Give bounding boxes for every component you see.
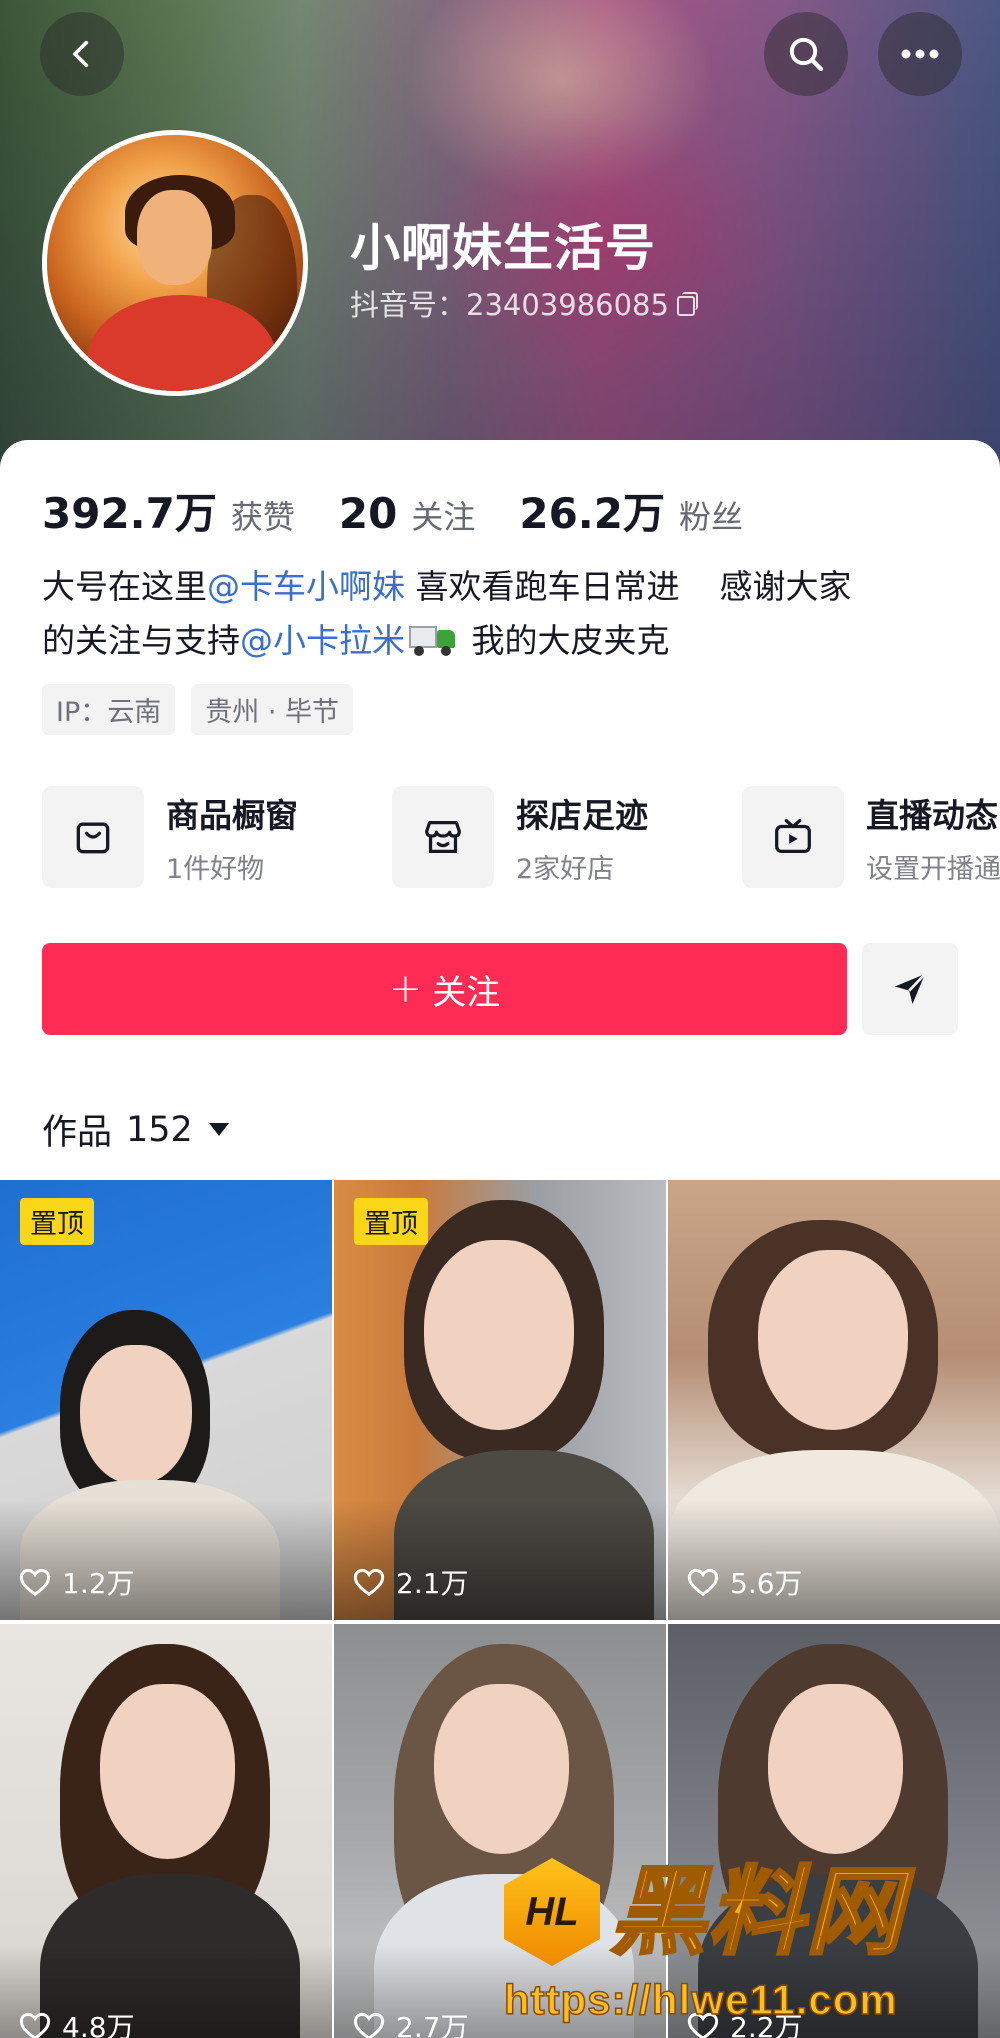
- stat-likes[interactable]: 392.7万 获赞: [42, 480, 295, 541]
- delivery-truck-icon: [409, 622, 457, 656]
- shortcut-title: 直播动态: [866, 795, 998, 835]
- avatar[interactable]: [42, 130, 308, 396]
- watermark-title: 黑料网: [609, 1855, 904, 1970]
- shortcut-subtitle: 设置开播通: [866, 853, 1000, 885]
- shortcut-title: 商品橱窗: [166, 795, 298, 835]
- heart-icon: [353, 1568, 385, 1597]
- stat-label: 粉丝: [678, 498, 743, 536]
- pinned-badge: 置顶: [20, 1198, 94, 1245]
- stat-followers[interactable]: 26.2万 粉丝: [519, 480, 743, 541]
- tv-icon: [775, 819, 811, 854]
- stat-value: 392.7万: [42, 489, 217, 538]
- ip-location-tag: IP：云南: [42, 684, 176, 735]
- stat-value: 26.2万: [519, 489, 665, 538]
- message-button[interactable]: [862, 943, 958, 1035]
- like-count: 2.7万: [352, 2006, 469, 2038]
- shortcut-live[interactable]: 直播动态 设置开播通: [742, 786, 1000, 888]
- send-icon: [895, 973, 926, 1004]
- watermark-logo: HL: [504, 1858, 600, 1966]
- bio-text-part: 喜欢看跑车日常进: [415, 567, 680, 606]
- works-count: 152: [126, 1109, 193, 1150]
- bio-text-part: 感谢大家: [719, 567, 852, 606]
- douyin-id-row[interactable]: 抖音号：23403986085: [350, 282, 698, 324]
- plus-icon: +: [388, 966, 423, 1012]
- mention-link[interactable]: @小卡拉米: [240, 621, 405, 660]
- pinned-badge: 置顶: [354, 1198, 428, 1245]
- search-button[interactable]: [764, 12, 848, 96]
- follow-button[interactable]: + 关注: [42, 943, 847, 1035]
- like-count-value: 5.6万: [730, 1567, 803, 1600]
- more-button[interactable]: [878, 12, 962, 96]
- search-icon: [789, 37, 824, 72]
- like-count: 2.1万: [352, 1562, 469, 1602]
- works-tab[interactable]: 作品 152: [42, 1104, 229, 1155]
- shortcut-shop-window[interactable]: 商品橱窗 1件好物: [42, 786, 392, 888]
- like-count-value: 1.2万: [62, 1567, 135, 1600]
- follow-label: 关注: [432, 972, 501, 1013]
- hometown-tag[interactable]: 贵州 · 毕节: [191, 684, 353, 735]
- stat-label: 获赞: [230, 498, 295, 536]
- copy-icon[interactable]: [675, 292, 698, 316]
- like-count: 5.6万: [686, 1562, 803, 1602]
- shortcut-title: 探店足迹: [516, 795, 648, 835]
- video-tile[interactable]: 5.6万: [668, 1180, 1000, 1620]
- works-label: 作品: [42, 1113, 113, 1153]
- video-tile[interactable]: 置顶 2.1万: [334, 1180, 666, 1620]
- shortcut-row: 商品橱窗 1件好物 探店足迹 2家好店 直播动态 设置开播通: [42, 786, 1000, 888]
- like-count: 4.8万: [18, 2006, 135, 2038]
- stat-value: 20: [338, 489, 398, 538]
- profile-nickname: 小啊妹生活号: [350, 219, 656, 277]
- heart-icon: [353, 2012, 385, 2038]
- video-tile[interactable]: 置顶 1.2万: [0, 1180, 332, 1620]
- stat-label: 关注: [411, 498, 476, 536]
- shopping-bag-icon: [76, 822, 110, 854]
- stat-following[interactable]: 20 关注: [339, 489, 475, 538]
- watermark-url: https://hlwe11.com: [503, 1975, 898, 2024]
- mention-link[interactable]: @卡车小啊妹: [207, 567, 405, 606]
- stats-row: 392.7万 获赞 20 关注 26.2万 粉丝: [42, 480, 787, 541]
- video-tile[interactable]: 4.8万: [0, 1624, 332, 2038]
- back-button[interactable]: [40, 12, 124, 96]
- douyin-id: 抖音号：23403986085: [350, 288, 669, 322]
- shortcut-subtitle: 2家好店: [516, 853, 615, 885]
- watermark-overlay: HL 黑料网 https://hlwe11.com: [498, 1852, 998, 2038]
- heart-icon: [19, 1568, 51, 1597]
- chevron-left-icon: [73, 40, 89, 68]
- like-count-value: 2.7万: [396, 2011, 469, 2038]
- shortcut-subtitle: 1件好物: [166, 853, 265, 885]
- shortcut-store-visits[interactable]: 探店足迹 2家好店: [392, 786, 742, 888]
- like-count-value: 4.8万: [62, 2011, 135, 2038]
- tag-row: IP：云南 贵州 · 毕节: [42, 684, 353, 735]
- like-count: 1.2万: [18, 1562, 135, 1602]
- heart-icon: [687, 1568, 719, 1597]
- heart-icon: [19, 2012, 51, 2038]
- profile-card: 392.7万 获赞 20 关注 26.2万 粉丝 大号在这里@卡车小啊妹 喜欢看…: [0, 440, 1000, 1180]
- bio-text-part: 大号在这里: [42, 567, 207, 606]
- caret-down-icon: [208, 1123, 229, 1136]
- like-count-value: 2.1万: [396, 1567, 469, 1600]
- bio-text-part: 的关注与支持: [42, 621, 240, 660]
- more-dots-icon: [901, 49, 939, 59]
- bio-text-part: 我的大皮夹克: [471, 621, 670, 660]
- store-icon: [425, 820, 461, 854]
- bio-text: 大号在这里@卡车小啊妹 喜欢看跑车日常进 感谢大家 的关注与支持@小卡拉米 我的大…: [42, 560, 962, 668]
